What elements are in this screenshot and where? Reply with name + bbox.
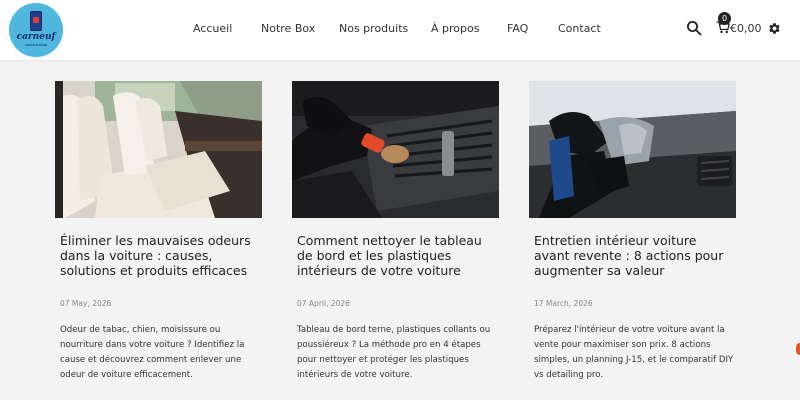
logo-subtext: carneuf.shop — [24, 43, 48, 47]
nav-item-nos-produits[interactable]: Nos produits — [339, 22, 408, 35]
post-image-car-seats[interactable] — [55, 81, 262, 218]
nav-item-notre-box[interactable]: Notre Box — [261, 22, 315, 35]
post-excerpt: Tableau de bord terne, plastiques collan… — [297, 325, 491, 380]
post-excerpt: Préparez l'intérieur de votre voiture av… — [534, 325, 734, 380]
post-date: 07 April, 2026 — [297, 299, 350, 308]
site-header: carneuf carneuf.shop Accueil Notre Box N… — [0, 0, 800, 60]
nav-item-accueil[interactable]: Accueil — [193, 22, 232, 35]
post-excerpt: Odeur de tabac, chien, moisissure ou nou… — [60, 325, 245, 380]
post-image-dashboard-cloth[interactable] — [529, 81, 736, 218]
post-title[interactable]: Comment nettoyer le tableau de bord et l… — [297, 233, 497, 278]
brand-logo[interactable]: carneuf carneuf.shop — [9, 3, 63, 57]
post-title[interactable]: Éliminer les mauvaises odeurs dans la vo… — [60, 233, 260, 278]
post-date: 17 March, 2026 — [534, 299, 593, 308]
gear-icon[interactable] — [768, 22, 781, 35]
cart-button[interactable]: 0 €0,00 — [716, 12, 766, 42]
logo-can-icon — [30, 11, 42, 31]
search-icon[interactable] — [686, 20, 702, 36]
post-image-dashboard-brush[interactable] — [292, 81, 499, 218]
nav-item-contact[interactable]: Contact — [558, 22, 601, 35]
nav-item-a-propos[interactable]: À propos — [431, 22, 479, 35]
cart-total: €0,00 — [730, 22, 762, 35]
logo-text: carneuf — [16, 32, 56, 42]
floating-action-button[interactable] — [796, 343, 800, 355]
nav-item-faq[interactable]: FAQ — [507, 22, 528, 35]
post-title[interactable]: Entretien intérieur voiture avant revent… — [534, 233, 734, 278]
post-date: 07 May, 2026 — [60, 299, 112, 308]
